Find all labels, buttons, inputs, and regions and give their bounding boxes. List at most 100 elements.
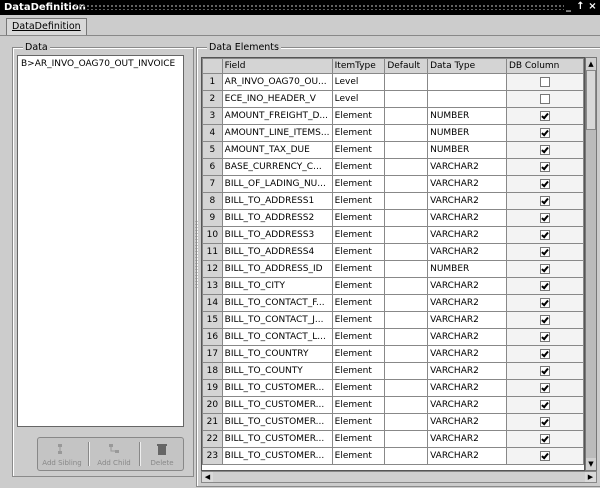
maximize-icon[interactable]: ↑ [575,1,586,13]
table-row[interactable]: 23 BILL_TO_CUSTOMER... Element VARCHAR2 [202,447,584,465]
table-row[interactable]: 17 BILL_TO_COUNTRY Element VARCHAR2 [202,345,584,363]
table-row[interactable]: 13 BILL_TO_CITY Element VARCHAR2 [202,277,584,295]
datatype-cell[interactable]: VARCHAR2 [427,175,507,193]
default-cell[interactable] [384,73,429,91]
scroll-down-icon[interactable]: ▼ [586,458,596,470]
table-row[interactable]: 7 BILL_OF_LADING_NU... Element VARCHAR2 [202,175,584,193]
db-column-checkbox[interactable] [539,280,550,291]
field-cell[interactable]: BILL_OF_LADING_NU... [221,175,333,193]
default-cell[interactable] [384,226,429,244]
field-cell[interactable]: BILL_TO_CUSTOMER... [221,413,333,431]
table-row[interactable]: 22 BILL_TO_CUSTOMER... Element VARCHAR2 [202,430,584,448]
table-row[interactable]: 8 BILL_TO_ADDRESS1 Element VARCHAR2 [202,192,584,210]
datatype-cell[interactable]: VARCHAR2 [427,447,507,465]
itemtype-cell[interactable]: Element [331,328,386,346]
field-cell[interactable]: BILL_TO_ADDRESS2 [221,209,333,227]
default-cell[interactable] [384,124,429,142]
db-column-checkbox[interactable] [539,76,550,87]
field-cell[interactable]: BASE_CURRENCY_C... [221,158,333,176]
tab-datadefinition[interactable]: DataDefinition [6,18,87,35]
table-row[interactable]: 3 AMOUNT_FREIGHT_D... Element NUMBER [202,107,584,125]
default-cell[interactable] [384,175,429,193]
field-cell[interactable]: BILL_TO_ADDRESS1 [221,192,333,210]
field-cell[interactable]: BILL_TO_ADDRESS3 [221,226,333,244]
db-column-checkbox[interactable] [539,416,550,427]
table-row[interactable]: 6 BASE_CURRENCY_C... Element VARCHAR2 [202,158,584,176]
table-row[interactable]: 21 BILL_TO_CUSTOMER... Element VARCHAR2 [202,413,584,431]
itemtype-cell[interactable]: Element [331,209,386,227]
default-cell[interactable] [384,413,429,431]
default-cell[interactable] [384,362,429,380]
table-row[interactable]: 18 BILL_TO_COUNTY Element VARCHAR2 [202,362,584,380]
itemtype-cell[interactable]: Element [331,243,386,261]
default-cell[interactable] [384,379,429,397]
panel-splitter[interactable] [195,220,198,290]
itemtype-cell[interactable]: Level [331,73,386,91]
itemtype-cell[interactable]: Element [331,345,386,363]
add-sibling-button[interactable]: Add Sibling [38,438,86,470]
db-column-checkbox[interactable] [539,433,550,444]
datatype-cell[interactable]: VARCHAR2 [427,158,507,176]
field-cell[interactable]: BILL_TO_CONTACT_J... [221,311,333,329]
db-column-checkbox[interactable] [539,297,550,308]
itemtype-cell[interactable]: Element [331,396,386,414]
field-cell[interactable]: BILL_TO_COUNTY [221,362,333,380]
itemtype-cell[interactable]: Element [331,107,386,125]
table-row[interactable]: 5 AMOUNT_TAX_DUE Element NUMBER [202,141,584,159]
field-cell[interactable]: BILL_TO_CITY [221,277,333,295]
itemtype-cell[interactable]: Element [331,277,386,295]
default-cell[interactable] [384,158,429,176]
horizontal-scrollbar[interactable]: ◀ ▶ [201,471,597,483]
default-cell[interactable] [384,328,429,346]
table-row[interactable]: 12 BILL_TO_ADDRESS_ID Element NUMBER [202,260,584,278]
db-column-checkbox[interactable] [539,365,550,376]
itemtype-cell[interactable]: Element [331,158,386,176]
itemtype-cell[interactable]: Element [331,413,386,431]
scroll-up-icon[interactable]: ▲ [586,58,596,70]
datatype-cell[interactable] [427,73,507,91]
datatype-cell[interactable]: NUMBER [427,107,507,125]
default-cell[interactable] [384,345,429,363]
itemtype-cell[interactable]: Element [331,362,386,380]
tree-root-item[interactable]: B>AR_INVO_OAG70_OUT_INVOICE [21,59,175,69]
datatype-cell[interactable]: VARCHAR2 [427,328,507,346]
itemtype-cell[interactable]: Element [331,260,386,278]
db-column-checkbox[interactable] [539,127,550,138]
field-cell[interactable]: BILL_TO_CUSTOMER... [221,396,333,414]
field-cell[interactable]: BILL_TO_CONTACT_F... [221,294,333,312]
itemtype-cell[interactable]: Element [331,447,386,465]
table-row[interactable]: 11 BILL_TO_ADDRESS4 Element VARCHAR2 [202,243,584,261]
default-cell[interactable] [384,294,429,312]
datatype-cell[interactable]: VARCHAR2 [427,413,507,431]
itemtype-cell[interactable]: Element [331,141,386,159]
db-column-checkbox[interactable] [539,229,550,240]
default-cell[interactable] [384,311,429,329]
datatype-cell[interactable]: VARCHAR2 [427,277,507,295]
itemtype-cell[interactable]: Element [331,192,386,210]
datatype-cell[interactable]: NUMBER [427,124,507,142]
table-row[interactable]: 15 BILL_TO_CONTACT_J... Element VARCHAR2 [202,311,584,329]
datatype-cell[interactable]: VARCHAR2 [427,311,507,329]
datatype-cell[interactable] [427,90,507,108]
db-column-checkbox[interactable] [539,314,550,325]
column-header-field[interactable]: Field [221,58,333,74]
field-cell[interactable]: BILL_TO_CUSTOMER... [221,379,333,397]
column-header-itemtype[interactable]: ItemType [331,58,386,74]
table-row[interactable]: 16 BILL_TO_CONTACT_L... Element VARCHAR2 [202,328,584,346]
datatype-cell[interactable]: VARCHAR2 [427,243,507,261]
column-header-default[interactable]: Default [384,58,429,74]
itemtype-cell[interactable]: Element [331,379,386,397]
table-row[interactable]: 1 AR_INVO_OAG70_OU... Level [202,73,584,91]
itemtype-cell[interactable]: Element [331,294,386,312]
vertical-scrollbar[interactable]: ▲ ▼ [585,57,597,471]
datatype-cell[interactable]: VARCHAR2 [427,396,507,414]
minimize-icon[interactable]: _ [563,1,574,13]
default-cell[interactable] [384,260,429,278]
default-cell[interactable] [384,209,429,227]
table-row[interactable]: 2 ECE_INO_HEADER_V Level [202,90,584,108]
default-cell[interactable] [384,141,429,159]
db-column-checkbox[interactable] [539,195,550,206]
db-column-checkbox[interactable] [539,382,550,393]
table-row[interactable]: 10 BILL_TO_ADDRESS3 Element VARCHAR2 [202,226,584,244]
field-cell[interactable]: AMOUNT_FREIGHT_D... [221,107,333,125]
